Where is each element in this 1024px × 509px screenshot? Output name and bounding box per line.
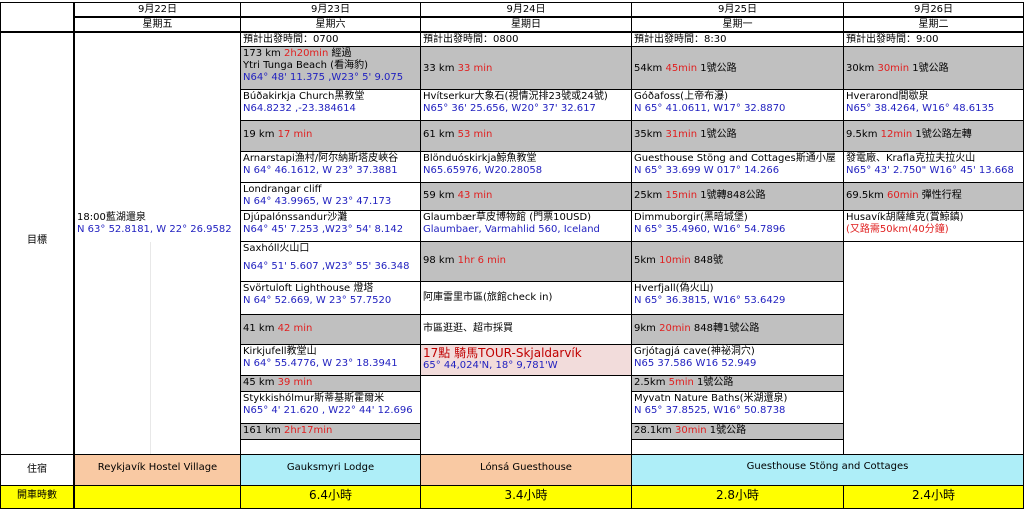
d22-empty-top xyxy=(74,32,241,211)
d24-stop-horse-tour: 17點 騎馬TOUR-Skjaldarvík 65° 44,024'N, 18°… xyxy=(420,344,632,376)
d25-stop-dimmuborgir: Dimmuborgir(黑暗城堡) N 65° 35.4960, W16° 54… xyxy=(631,210,844,242)
weekday-header-0922: 星期五 xyxy=(74,17,241,32)
d26-stop-husavik: Husavík胡薩維克(賞鯨鎮) (又路需50km(40分鐘) xyxy=(843,210,1024,242)
d25-empty-bottom xyxy=(631,439,844,455)
drive-0925: 2.8小時 xyxy=(631,485,844,509)
date-header-0924: 9月24日 xyxy=(420,2,632,17)
d25-leg-4: 5km 10min 848號 xyxy=(631,241,844,282)
d22-inner-divider xyxy=(150,242,151,455)
d23-leg-5: 161 km 2hr17min xyxy=(240,423,421,440)
d25-leg-1: 54km 45min 1號公路 xyxy=(631,46,844,90)
d25-stop-hverfjall: Hverfjall(偽火山) N 65° 36.3815, W16° 53.64… xyxy=(631,281,844,315)
weekday-header-0926: 星期二 xyxy=(843,17,1024,32)
d23-leg-4: 45 km 39 min xyxy=(240,375,421,392)
d25-stop-godafoss: Góðafoss(上帝布瀑) N 65° 41.0611, W17° 32.88… xyxy=(631,89,844,121)
lodging-0922: Reykjavík Hostel Village xyxy=(74,454,241,486)
drive-0924: 3.4小時 xyxy=(420,485,632,509)
d25-stop-guesthouse-stong: Guesthouse Stöng and Cottages斯通小屋 N 65° … xyxy=(631,151,844,183)
d26-stop-hverarond: Hverarond間歇泉 N65° 38.4264, W16° 48.6135 xyxy=(843,89,1024,121)
d23-stop-djupalonssandur: Djúpalónssandur沙灘 N64° 45' 7.253 ,W23° 5… xyxy=(240,210,421,242)
d24-stop-hvitserkur: Hvítserkur大象石(視情況排23號或24號) N65° 36' 25.6… xyxy=(420,89,632,121)
d23-stop-svortuloft: Svörtuloft Lighthouse 燈塔 N 64° 52.669, W… xyxy=(240,281,421,315)
d23-depart: 預計出發時間：0700 xyxy=(240,32,421,47)
d23-stop-stykkisholmur: Stykkishólmur斯蒂基斯霍爾米 N65° 4' 21.620 , W2… xyxy=(240,391,421,424)
row-label-goal: 目標 xyxy=(0,32,74,455)
weekday-header-0923: 星期六 xyxy=(240,17,421,32)
d25-leg-5: 9km 20min 848轉1號公路 xyxy=(631,314,844,345)
weekday-header-0925: 星期一 xyxy=(631,17,844,32)
d23-stop-londrangar: Londrangar cliff N 64° 43.9965, W 23° 47… xyxy=(240,182,421,211)
d24-stop-shopping: 市區逛逛、超市採買 xyxy=(420,314,632,345)
d25-leg-6: 2.5km 5min 1號公路 xyxy=(631,375,844,392)
d26-leg-1: 30km 30min 1號公路 xyxy=(843,46,1024,90)
drive-0926: 2.4小時 xyxy=(843,485,1024,509)
d24-stop-akureyri: 阿庫雷里市區(旅館check in) xyxy=(420,281,632,315)
lodging-0924: Lónsá Guesthouse xyxy=(420,454,632,486)
row-label-lodging: 住宿 xyxy=(0,454,74,486)
d25-leg-7: 28.1km 30min 1號公路 xyxy=(631,423,844,440)
d23-stop-kirkjufell: Kirkjufell教堂山 N 64° 55.4776, W 23° 18.39… xyxy=(240,344,421,376)
d23-leg-2: 19 km 17 min xyxy=(240,120,421,152)
d26-leg-2: 9.5km 12min 1號公路左轉 xyxy=(843,120,1024,152)
date-header-0922: 9月22日 xyxy=(74,2,241,17)
d25-leg-3: 25km 15min 1號轉848公路 xyxy=(631,182,844,211)
d24-leg-2: 61 km 53 min xyxy=(420,120,632,152)
date-header-0925: 9月25日 xyxy=(631,2,844,17)
d23-stop-budakirkja: Búðakirkja Church黑教堂 N64.8232 ,-23.38461… xyxy=(240,89,421,121)
weekday-header-0924: 星期日 xyxy=(420,17,632,32)
date-header-0923: 9月23日 xyxy=(240,2,421,17)
d24-empty-bottom xyxy=(420,375,632,455)
d24-stop-blonduoskirkja: Blönduóskirkja鯨魚教堂 N65.65976, W20.28058 xyxy=(420,151,632,183)
drive-0922 xyxy=(74,485,241,509)
d23-stop-arnarstapi: Arnarstapi漁村/阿尔納斯塔皮峽谷 N 64° 46.1612, W 2… xyxy=(240,151,421,183)
d24-stop-glaumbaer: Glaumbær草皮博物館 (門票10USD) Glaumbaer, Varma… xyxy=(420,210,632,242)
d24-depart: 預計出發時間：0800 xyxy=(420,32,632,47)
d26-depart: 預計出發時間：9:00 xyxy=(843,32,1024,47)
d26-empty-bottom xyxy=(843,241,1024,455)
d23-stop-saxholl: Saxhóll火山口 N64° 51' 5.607 ,W23° 55' 36.3… xyxy=(240,241,421,282)
d22-empty-bottom xyxy=(74,242,241,455)
lodging-0923: Gauksmyri Lodge xyxy=(240,454,421,486)
d24-leg-1: 33 km 33 min xyxy=(420,46,632,90)
d22-blue-lagoon: 18:00藍湖還泉 N 63° 52.8181, W 22° 26.9582 xyxy=(74,211,241,242)
row-label-drive: 開車時數 xyxy=(0,485,74,509)
d23-empty-bottom xyxy=(240,439,421,455)
d24-leg-4: 98 km 1hr 6 min xyxy=(420,241,632,282)
d25-depart: 預計出發時間：8:30 xyxy=(631,32,844,47)
d23-leg-3: 41 km 42 min xyxy=(240,314,421,345)
d26-stop-krafla: 發電廠、Krafla克拉夫拉火山 N65° 43' 2.750" W16° 45… xyxy=(843,151,1024,183)
corner-cell xyxy=(0,2,74,32)
lodging-0925-0926: Guesthouse Stöng and Cottages xyxy=(631,454,1024,486)
d25-stop-myvatn-baths: Myvatn Nature Baths(米湖還泉) N 65° 37.8525,… xyxy=(631,391,844,424)
d26-leg-3: 69.5km 60min 彈性行程 xyxy=(843,182,1024,211)
drive-0923: 6.4小時 xyxy=(240,485,421,509)
d23-leg-1: 173 km 2h20min 經過 Ytri Tunga Beach (看海豹)… xyxy=(240,46,421,90)
d25-leg-2: 35km 31min 1號公路 xyxy=(631,120,844,152)
date-header-0926: 9月26日 xyxy=(843,2,1024,17)
d24-leg-3: 59 km 43 min xyxy=(420,182,632,211)
d25-stop-grjotagja: Grjótagjá cave(神祕洞穴) N65 37.586 W16 52.9… xyxy=(631,344,844,376)
